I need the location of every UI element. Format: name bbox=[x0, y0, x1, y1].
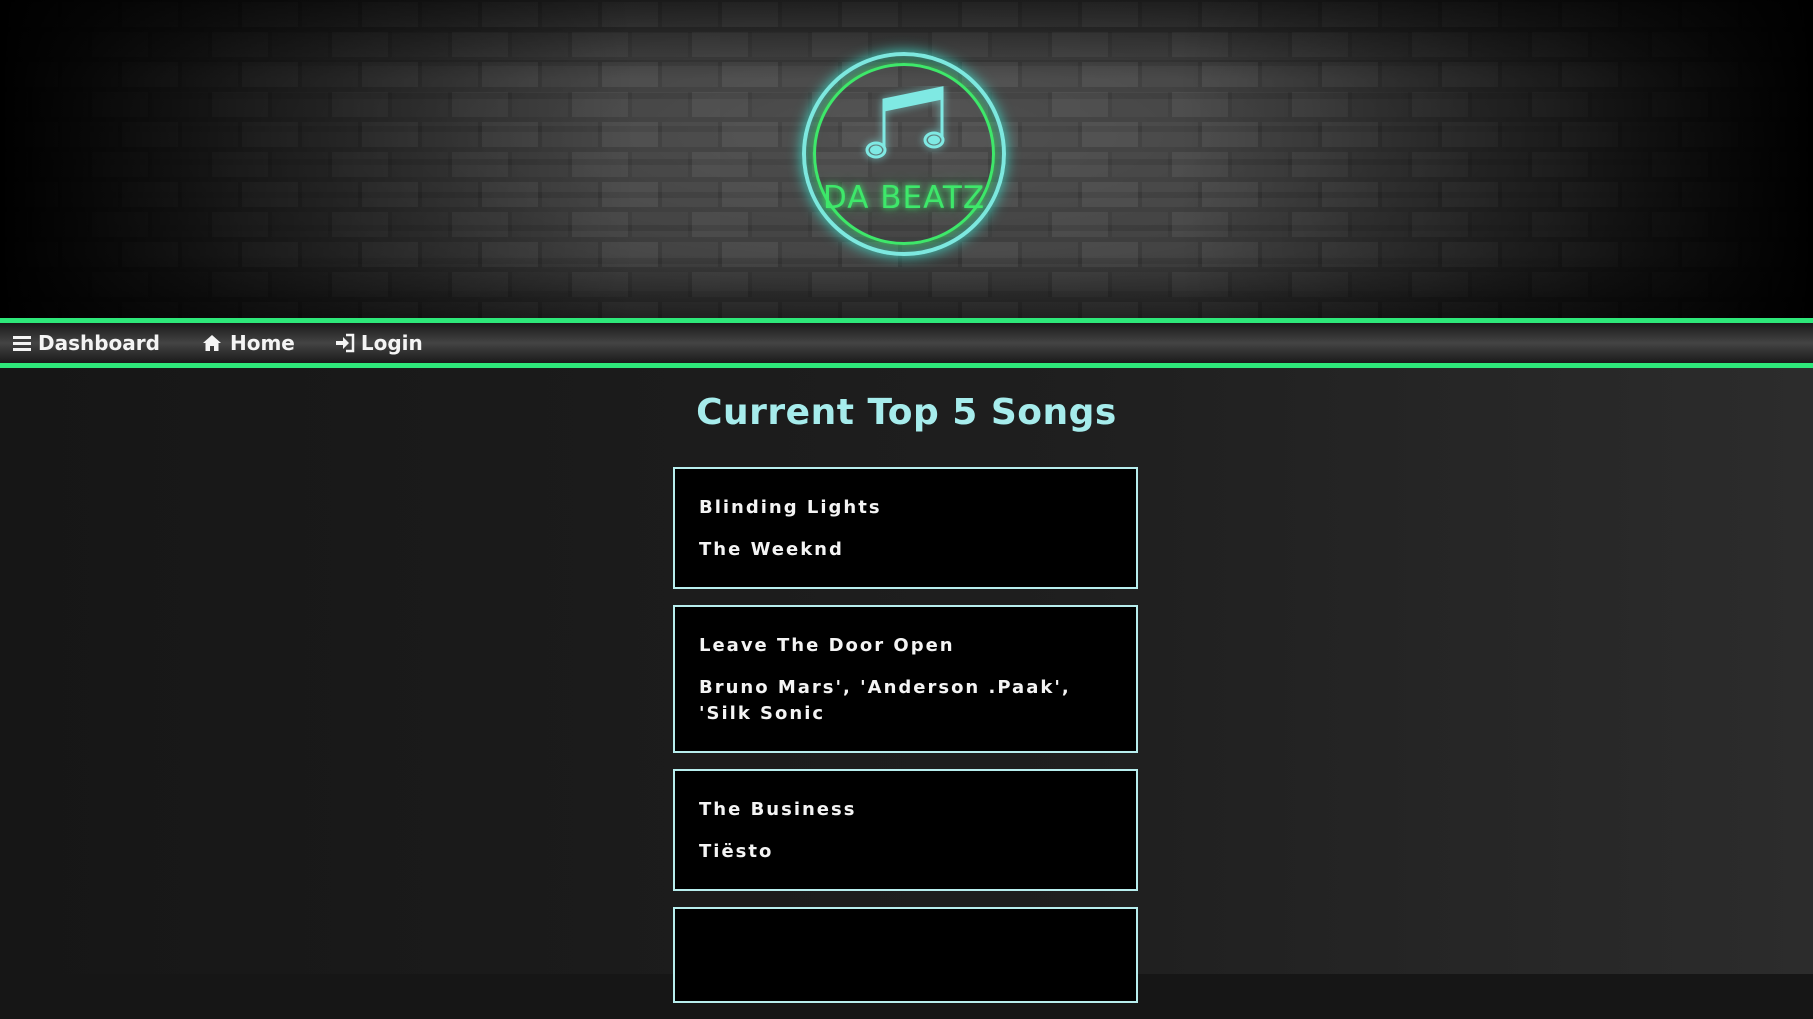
song-artist: Bruno Mars', 'Anderson .Paak', 'Silk Son… bbox=[699, 677, 1071, 724]
song-artist: The Weeknd bbox=[699, 539, 844, 560]
song-card[interactable]: Leave The Door Open Bruno Mars', 'Anders… bbox=[673, 605, 1138, 753]
song-artist bbox=[699, 951, 1112, 977]
sign-in-icon bbox=[335, 333, 355, 353]
song-title: Blinding Lights bbox=[699, 497, 882, 518]
hero-banner: DA BEATZ bbox=[0, 0, 1813, 318]
da-beatz-logo[interactable]: DA BEATZ bbox=[802, 52, 1006, 256]
bars-icon bbox=[13, 336, 31, 351]
song-title: Leave The Door Open bbox=[699, 635, 955, 656]
nav-item-login[interactable]: Login bbox=[335, 331, 423, 355]
logo-text: DA BEATZ bbox=[822, 180, 986, 216]
song-list: Blinding Lights The Weeknd Leave The Doo… bbox=[673, 467, 1138, 1019]
music-notes-icon bbox=[865, 86, 945, 159]
song-artist: Tiësto bbox=[699, 841, 774, 862]
nav-item-label: Login bbox=[360, 331, 423, 355]
song-card[interactable] bbox=[673, 907, 1138, 1003]
song-title: The Business bbox=[699, 799, 857, 820]
nav-item-dashboard[interactable]: Dashboard bbox=[12, 331, 160, 355]
nav-item-home[interactable]: Home bbox=[200, 331, 295, 355]
nav-item-label: Home bbox=[229, 331, 295, 355]
nav-item-label: Dashboard bbox=[38, 331, 160, 355]
page-title: Current Top 5 Songs bbox=[696, 392, 1117, 433]
main-content: Current Top 5 Songs Blinding Lights The … bbox=[0, 368, 1813, 1003]
song-card[interactable]: Blinding Lights The Weeknd bbox=[673, 467, 1138, 589]
top-nav-bar: Dashboard Home Login bbox=[0, 318, 1813, 368]
home-icon bbox=[202, 335, 221, 351]
song-card[interactable]: The Business Tiësto bbox=[673, 769, 1138, 891]
